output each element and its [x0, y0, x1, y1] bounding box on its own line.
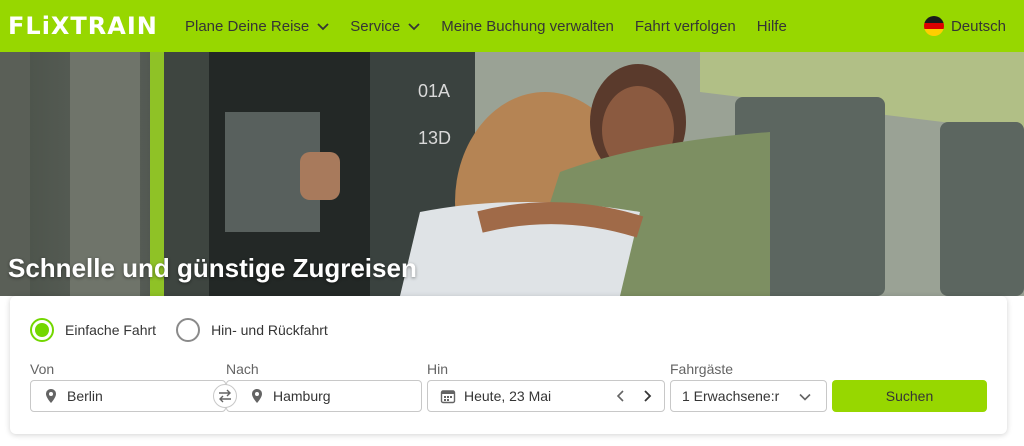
radio-unselected-icon: [176, 318, 201, 342]
nav-track-trip-label: Fahrt verfolgen: [634, 17, 736, 35]
main-nav: Plane Deine Reise Service Meine Buchung …: [185, 0, 808, 52]
search-form: Einfache Fahrt Hin- und Rückfahrt Von Na…: [10, 296, 1007, 434]
radio-selected-icon: [30, 318, 54, 342]
one-way-radio[interactable]: Einfache Fahrt: [30, 318, 156, 342]
from-input[interactable]: Berlin: [30, 380, 226, 412]
date-navigation: [602, 389, 654, 403]
nav-service[interactable]: Service: [350, 0, 420, 52]
previous-day-button[interactable]: [614, 389, 628, 403]
svg-text:13D: 13D: [418, 128, 451, 148]
date-input[interactable]: Heute, 23 Mai: [427, 380, 665, 412]
next-day-button[interactable]: [640, 389, 654, 403]
chevron-left-icon: [616, 390, 624, 402]
svg-text:01A: 01A: [418, 81, 450, 101]
one-way-label: Einfache Fahrt: [65, 322, 157, 338]
round-trip-label: Hin- und Rückfahrt: [211, 322, 328, 338]
chevron-right-icon: [644, 390, 652, 402]
nav-manage-booking-label: Meine Buchung verwalten: [441, 17, 614, 35]
nav-service-label: Service: [350, 17, 401, 35]
passengers-value: 1 Erwachsene:r: [682, 388, 780, 404]
location-pin-icon: [252, 389, 262, 403]
chevron-down-icon: [799, 393, 811, 401]
passengers-select[interactable]: 1 Erwachsene:r: [670, 380, 827, 412]
swap-stations-button[interactable]: [213, 384, 237, 408]
nav-plan-trip-label: Plane Deine Reise: [185, 17, 310, 35]
date-value: Heute, 23 Mai: [464, 388, 552, 404]
trip-type-selector: Einfache Fahrt Hin- und Rückfahrt: [30, 318, 348, 342]
to-value: Hamburg: [273, 388, 331, 404]
nav-help-label: Hilfe: [756, 17, 787, 35]
date-label: Hin: [427, 361, 449, 377]
top-navigation-bar: FLiXTRAIN Plane Deine Reise Service Mein…: [0, 0, 1024, 52]
nav-manage-booking[interactable]: Meine Buchung verwalten: [441, 0, 614, 52]
from-label: Von: [30, 361, 55, 377]
hero-title: Schnelle und günstige Zugreisen: [8, 253, 417, 283]
language-label: Deutsch: [950, 17, 1006, 35]
germany-flag-icon: [923, 16, 944, 36]
round-trip-radio[interactable]: Hin- und Rückfahrt: [176, 318, 328, 342]
nav-plan-trip[interactable]: Plane Deine Reise: [185, 0, 329, 52]
hero-banner: 01A 13D Schnelle und günstige Zugreisen: [0, 52, 1024, 296]
flixtrain-logo[interactable]: FLiXTRAIN: [8, 12, 158, 40]
chevron-down-icon: [317, 23, 329, 31]
location-pin-icon: [46, 389, 56, 403]
to-input[interactable]: Hamburg: [226, 380, 422, 412]
passengers-label: Fahrgäste: [670, 361, 734, 377]
nav-track-trip[interactable]: Fahrt verfolgen: [635, 0, 736, 52]
from-value: Berlin: [67, 388, 103, 404]
chevron-down-icon: [408, 23, 420, 31]
search-button[interactable]: Suchen: [832, 380, 987, 412]
language-selector[interactable]: Deutsch: [923, 0, 1006, 52]
calendar-icon: [440, 390, 456, 404]
swap-arrows-icon: [219, 389, 231, 403]
nav-help[interactable]: Hilfe: [757, 0, 787, 52]
to-label: Nach: [226, 361, 259, 377]
